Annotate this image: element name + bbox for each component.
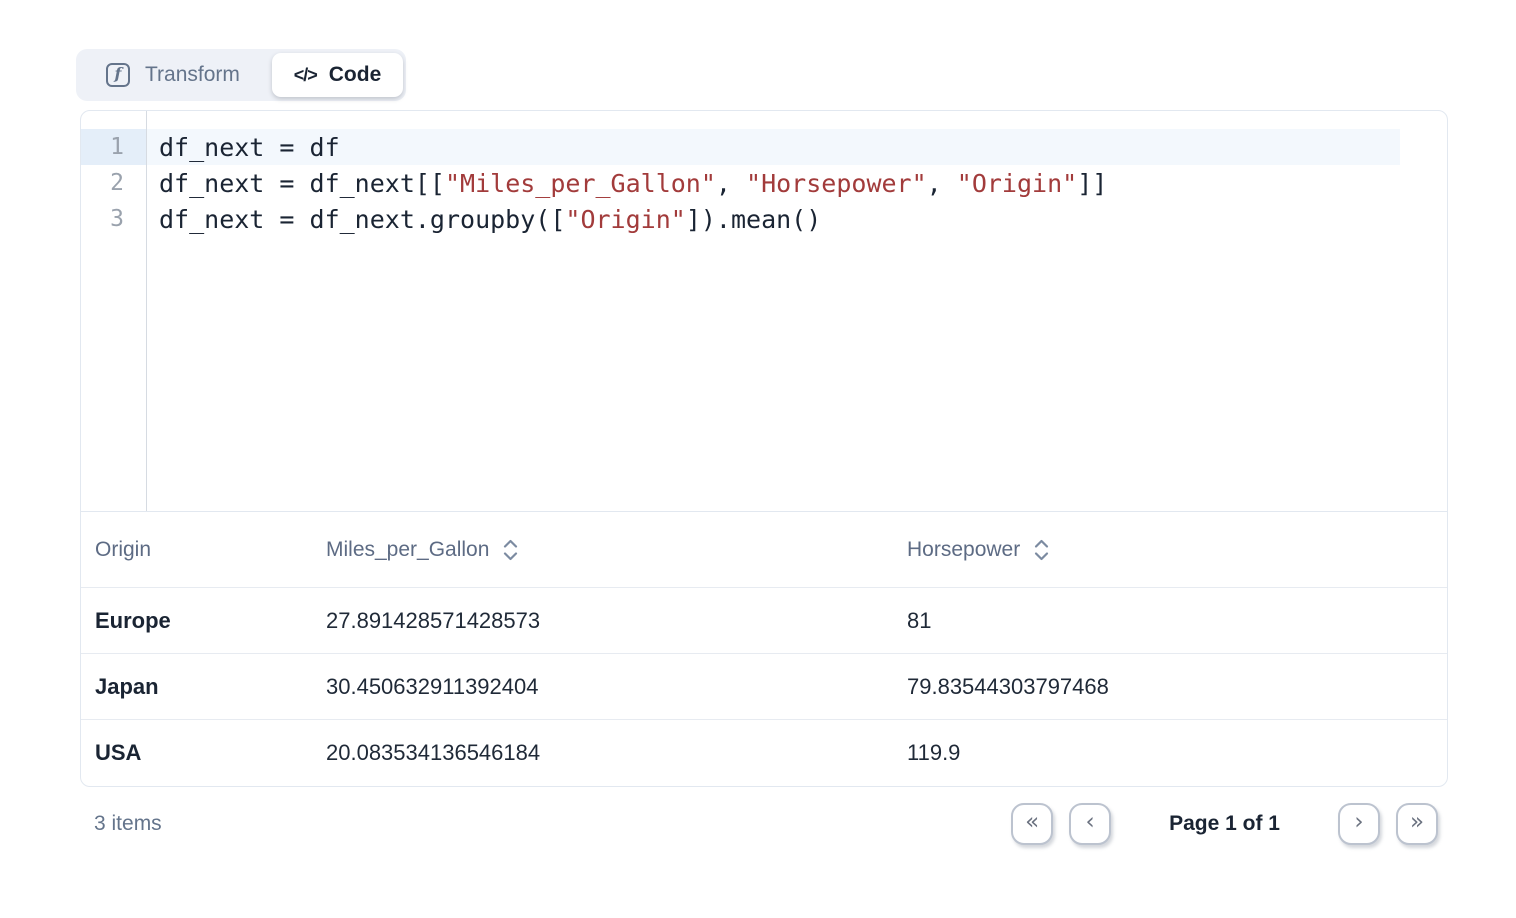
- code-token: df_next = df: [159, 133, 340, 162]
- table-row: Japan 30.450632911392404 79.835443037974…: [81, 653, 1447, 719]
- page-indicator: Page 1 of 1: [1169, 812, 1280, 836]
- last-page-button[interactable]: »: [1396, 803, 1438, 845]
- column-header-label: Origin: [95, 538, 151, 562]
- first-page-icon: «: [1025, 811, 1039, 834]
- gutter-divider: [146, 111, 147, 511]
- next-page-icon: ›: [1354, 811, 1363, 834]
- column-header-origin: Origin: [95, 538, 326, 562]
- code-token: ]).mean(): [686, 205, 821, 234]
- table-footer: 3 items « ‹ Page 1 of 1 › »: [80, 800, 1448, 848]
- cell-horsepower: 119.9: [907, 740, 1447, 766]
- line-number: 1: [81, 129, 146, 165]
- sort-icon[interactable]: [503, 538, 518, 562]
- cell-miles-per-gallon: 20.083534136546184: [326, 740, 907, 766]
- code-line-2: 2 df_next = df_next[["Miles_per_Gallon",…: [81, 165, 1400, 201]
- column-header-label: Horsepower: [907, 538, 1020, 562]
- tab-transform-label: Transform: [145, 63, 240, 87]
- code-line-3: 3 df_next = df_next.groupby(["Origin"]).…: [81, 201, 1400, 237]
- table-row: Europe 27.891428571428573 81: [81, 587, 1447, 653]
- column-header-miles-per-gallon[interactable]: Miles_per_Gallon: [326, 538, 907, 562]
- tab-code[interactable]: </> Code: [272, 53, 403, 97]
- function-icon: f: [106, 63, 130, 87]
- tab-transform[interactable]: f Transform: [76, 49, 272, 101]
- cell-origin: Europe: [95, 608, 326, 634]
- cell-miles-per-gallon: 27.891428571428573: [326, 608, 907, 634]
- view-toggle: f Transform </> Code: [76, 49, 406, 101]
- sort-icon[interactable]: [1034, 538, 1049, 562]
- code-line-1: 1 df_next = df: [81, 129, 1400, 165]
- code-line-text: df_next = df: [146, 129, 1400, 165]
- cell-horsepower: 79.83544303797468: [907, 674, 1447, 700]
- code-token-string: "Horsepower": [746, 169, 927, 198]
- code-token: ,: [927, 169, 957, 198]
- table-header-row: Origin Miles_per_Gallon Horsepower: [81, 511, 1447, 587]
- table-row: USA 20.083534136546184 119.9: [81, 719, 1447, 785]
- code-token-string: "Miles_per_Gallon": [445, 169, 716, 198]
- cell-miles-per-gallon: 30.450632911392404: [326, 674, 907, 700]
- tab-code-label: Code: [329, 63, 382, 87]
- code-token: ]]: [1077, 169, 1107, 198]
- code-icon: </>: [294, 65, 317, 86]
- cell-horsepower: 81: [907, 608, 1447, 634]
- code-line-text: df_next = df_next.groupby(["Origin"]).me…: [146, 201, 1400, 237]
- previous-page-icon: ‹: [1086, 811, 1095, 834]
- next-page-button[interactable]: ›: [1338, 803, 1380, 845]
- items-count: 3 items: [80, 812, 162, 836]
- column-header-horsepower[interactable]: Horsepower: [907, 538, 1447, 562]
- first-page-button[interactable]: «: [1011, 803, 1053, 845]
- code-token-string: "Origin": [957, 169, 1077, 198]
- content-panel: 1 df_next = df 2 df_next = df_next[["Mil…: [80, 110, 1448, 787]
- code-token: df_next = df_next.groupby([: [159, 205, 565, 234]
- line-number: 3: [81, 201, 146, 237]
- cell-origin: Japan: [95, 674, 326, 700]
- line-number: 2: [81, 165, 146, 201]
- code-token: ,: [716, 169, 746, 198]
- code-line-text: df_next = df_next[["Miles_per_Gallon", "…: [146, 165, 1400, 201]
- last-page-icon: »: [1410, 811, 1424, 834]
- pagination: « ‹ Page 1 of 1 › »: [1011, 803, 1448, 845]
- code-token-string: "Origin": [565, 205, 685, 234]
- cell-origin: USA: [95, 740, 326, 766]
- column-header-label: Miles_per_Gallon: [326, 538, 489, 562]
- code-editor[interactable]: 1 df_next = df 2 df_next = df_next[["Mil…: [81, 111, 1447, 511]
- previous-page-button[interactable]: ‹: [1069, 803, 1111, 845]
- code-token: df_next = df_next[[: [159, 169, 445, 198]
